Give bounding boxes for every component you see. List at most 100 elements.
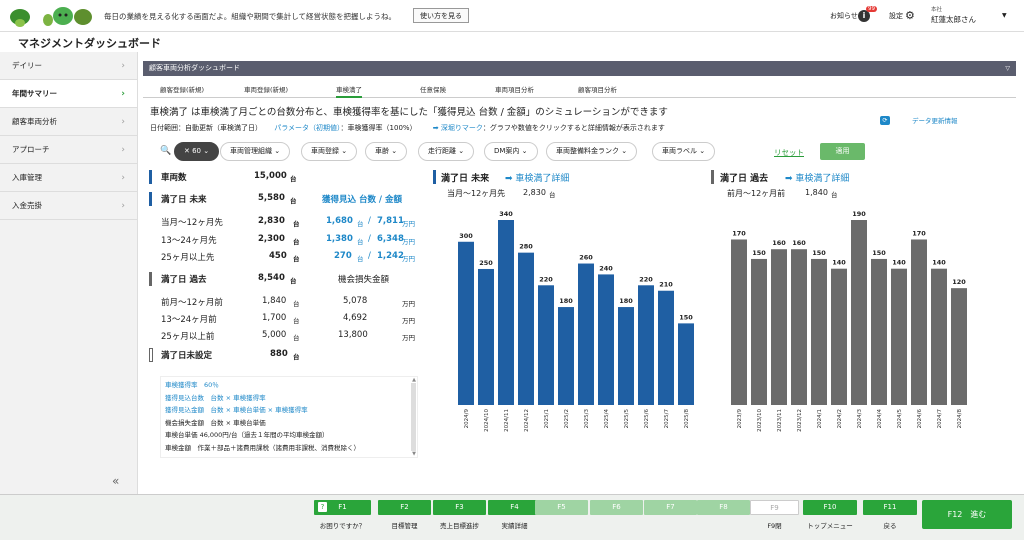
tab-vehicle-analysis[interactable]: 車両項目分析: [495, 84, 534, 94]
chart-future-link[interactable]: ➡ 車検満了詳細: [505, 171, 569, 184]
prospect-amount[interactable]: 6,348: [377, 234, 404, 250]
function-key-f2[interactable]: F2: [378, 500, 431, 515]
sidebar-item-daily[interactable]: デイリー ›: [0, 52, 137, 80]
filter-chip-registration[interactable]: 車両登録 ⌄: [301, 142, 358, 161]
filter-chip-age[interactable]: 車齢 ⌄: [365, 142, 408, 161]
filter-chip-price-rank[interactable]: 車両整備料金ランク ⌄: [546, 142, 638, 161]
parameter-link[interactable]: パラメータ（初期値）: [274, 124, 340, 132]
past-row-value[interactable]: 5,000: [262, 330, 286, 346]
loss-value[interactable]: 13,800: [338, 330, 368, 346]
apply-button[interactable]: 適用: [820, 143, 865, 160]
prospect-amount[interactable]: 1,242: [377, 251, 404, 267]
bar-2025/1[interactable]: [538, 285, 554, 405]
gear-icon[interactable]: ⚙: [905, 9, 915, 22]
function-key-f11[interactable]: F11: [863, 500, 917, 515]
user-name[interactable]: 紅蓮太郎さん: [931, 14, 976, 25]
bar-2023/9[interactable]: [731, 239, 747, 405]
past-row-value[interactable]: 1,840: [262, 296, 286, 312]
filter-chip-mileage[interactable]: 走行距離 ⌄: [418, 142, 475, 161]
filter-chip-org[interactable]: 車両管理組織 ⌄: [220, 142, 291, 161]
bar-2023/10[interactable]: [751, 258, 767, 405]
tick-label: 2024/1: [817, 409, 823, 428]
bar-2024/9[interactable]: [458, 241, 474, 405]
tab-customer-new[interactable]: 顧客登録(新規): [160, 84, 204, 94]
future-value[interactable]: 5,580: [258, 193, 285, 209]
bar-2025/7[interactable]: [658, 290, 674, 405]
bar-2024/7[interactable]: [931, 268, 947, 405]
bar-2024/12[interactable]: [518, 252, 534, 405]
prospect-amount[interactable]: 7,811: [377, 216, 404, 232]
bar-2024/11[interactable]: [498, 220, 514, 405]
note-line: 獲得見込台数 台数 × 車検獲得率: [165, 393, 266, 402]
future-row-value[interactable]: 2,830: [258, 216, 285, 232]
sidebar-item-intake[interactable]: 入庫管理 ›: [0, 164, 137, 192]
f12-next-button[interactable]: F12 進む: [922, 500, 1012, 529]
data-update-link[interactable]: データ更新情報: [912, 115, 958, 125]
past-value[interactable]: 8,540: [258, 273, 285, 289]
bar-2023/11[interactable]: [771, 249, 787, 405]
total-value[interactable]: 15,000: [254, 171, 287, 187]
function-key-f4[interactable]: F4: [488, 500, 541, 515]
search-icon[interactable]: 🔍: [160, 146, 171, 156]
past-row-value[interactable]: 1,700: [262, 313, 286, 329]
bar-2023/12[interactable]: [791, 249, 807, 405]
function-key-f1[interactable]: ? F1: [314, 500, 371, 515]
scrollbar[interactable]: [411, 383, 416, 451]
bar-2025/8[interactable]: [678, 323, 694, 405]
sidebar-item-payment[interactable]: 入金売掛 ›: [0, 192, 137, 220]
future-row-value[interactable]: 450: [269, 251, 287, 267]
function-key-f10[interactable]: F10: [803, 500, 857, 515]
bar-2024/2[interactable]: [831, 268, 847, 405]
bar-2024/4[interactable]: [871, 258, 887, 405]
sidebar-item-customer-vehicle[interactable]: 顧客車両分析 ›: [0, 108, 137, 136]
marker-past: [149, 272, 152, 286]
prospect-count[interactable]: 1,380: [326, 234, 353, 250]
bar-2024/8[interactable]: [951, 288, 967, 405]
unset-value[interactable]: 880: [270, 349, 288, 365]
settings-label[interactable]: 設定: [889, 11, 903, 21]
bar-2024/5[interactable]: [891, 268, 907, 405]
bar-2025/3[interactable]: [578, 263, 594, 405]
tab-insurance[interactable]: 任意保険: [420, 84, 446, 94]
tab-inspection-expiry[interactable]: 車検満了: [336, 84, 362, 98]
bar-2024/1[interactable]: [811, 258, 827, 405]
tab-vehicle-new[interactable]: 車両登録(新規): [244, 84, 288, 94]
user-menu-caret-icon[interactable]: ▼: [1002, 12, 1007, 19]
bar-2025/6[interactable]: [638, 285, 654, 405]
data-label: 140: [932, 259, 946, 267]
sidebar-item-approach[interactable]: アプローチ ›: [0, 136, 137, 164]
filter-chip-dm[interactable]: DM案内 ⌄: [484, 142, 538, 161]
bar-2024/6[interactable]: [911, 239, 927, 405]
collapse-triangle-icon[interactable]: ▽: [1005, 61, 1010, 76]
tick-label: 2024/10: [484, 409, 490, 432]
bar-2025/4[interactable]: [598, 274, 614, 405]
function-key-f3[interactable]: F3: [433, 500, 486, 515]
count-filter-chip[interactable]: ✕ 60 ⌄: [174, 142, 220, 161]
howto-button[interactable]: 使い方を見る: [413, 8, 469, 23]
chart-past-link[interactable]: ➡ 車検満了詳細: [785, 171, 849, 184]
tab-customer-analysis[interactable]: 顧客項目分析: [578, 84, 617, 94]
refresh-icon[interactable]: ⟳: [880, 116, 890, 125]
prospect-count[interactable]: 270: [334, 251, 352, 267]
bar-2025/5[interactable]: [618, 307, 634, 405]
bar-chart-future[interactable]: 300 2024/9 250 2024/10 340 2024/11 280 2024/12 2…: [455, 200, 700, 440]
formula-notes[interactable]: 車検獲得率 60％ 獲得見込台数 台数 × 車検獲得率 獲得見込金額 台数 × …: [160, 376, 418, 458]
bar-2024/3[interactable]: [851, 220, 867, 405]
bar-2025/2[interactable]: [558, 307, 574, 405]
future-row-value[interactable]: 2,300: [258, 234, 285, 250]
prospect-count[interactable]: 1,680: [326, 216, 353, 232]
tick-label: 2025/1: [544, 409, 550, 428]
reset-button[interactable]: リセット: [774, 147, 804, 158]
loss-value[interactable]: 5,078: [343, 296, 367, 312]
scroll-down-icon[interactable]: ▼: [412, 451, 416, 457]
loss-value[interactable]: 4,692: [343, 313, 367, 329]
chart-past-sub-label: 前月〜12ヶ月前: [727, 189, 786, 198]
past-row-label: 前月〜12ヶ月前: [161, 298, 223, 308]
bar-chart-past[interactable]: 170 2023/9 150 2023/10 160 2023/11 160 2023/12 1…: [728, 200, 973, 440]
collapse-sidebar-icon[interactable]: «: [112, 474, 119, 488]
chart-past-title: 満了日 過去: [720, 174, 769, 184]
sidebar-item-annual-summary[interactable]: 年間サマリー ›: [0, 80, 137, 108]
notice-label[interactable]: お知らせ: [830, 11, 858, 21]
filter-chip-label[interactable]: 車両ラベル ⌄: [652, 142, 716, 161]
bar-2024/10[interactable]: [478, 268, 494, 405]
